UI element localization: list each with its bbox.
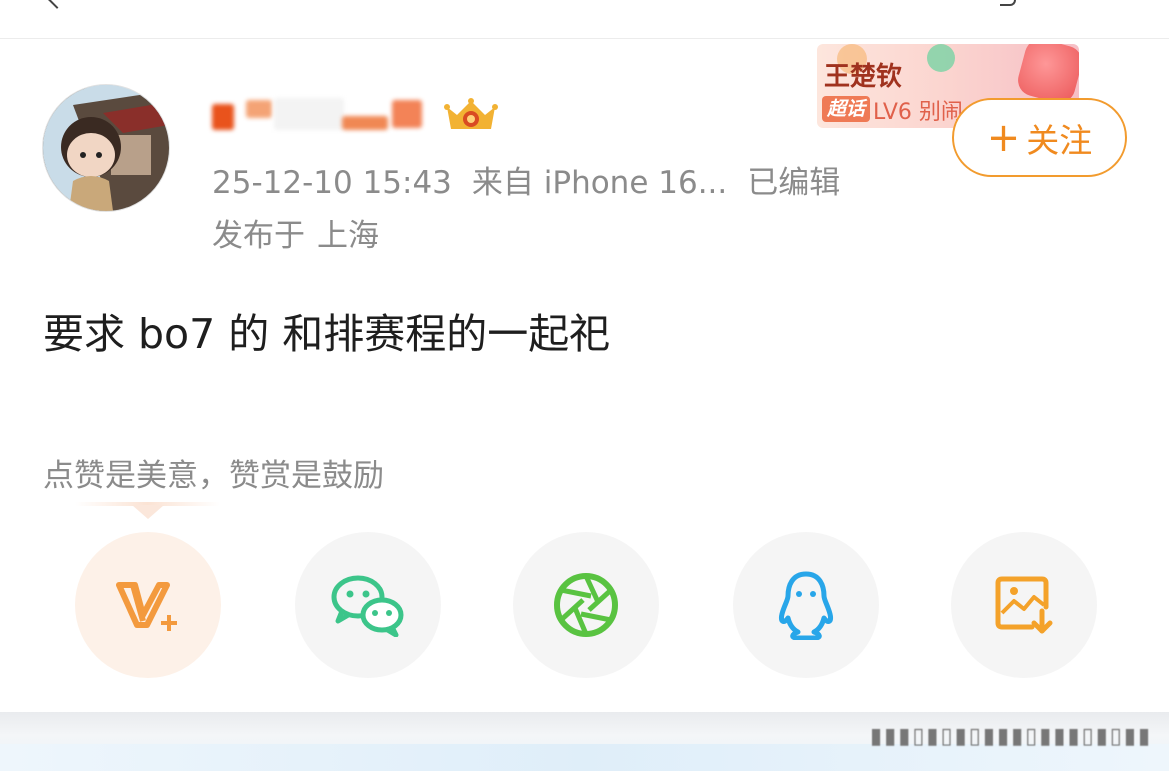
redaction-mark	[392, 100, 422, 128]
more-icon[interactable]	[1000, 0, 1016, 6]
follow-label: 关注	[1026, 120, 1093, 160]
back-icon[interactable]	[47, 0, 67, 9]
supertopic-level: LV6 别闹	[873, 100, 963, 125]
moments-aperture-icon	[554, 573, 618, 637]
location-value: 上海	[317, 218, 379, 254]
tip-pointer-icon	[132, 505, 164, 519]
redaction-mark	[212, 104, 234, 130]
top-nav-bar	[0, 0, 1169, 39]
share-moments-button[interactable]	[513, 532, 659, 678]
edited-label[interactable]: 已编辑	[747, 165, 840, 201]
post-source[interactable]: 来自 iPhone 16...	[472, 165, 727, 201]
post-body-text: 要求 bo7 的 和排赛程的一起祀	[43, 310, 611, 358]
follow-button[interactable]: + 关注	[952, 98, 1127, 177]
redaction-mark	[274, 98, 344, 130]
qq-penguin-icon	[779, 571, 833, 640]
bottom-blurred-text: ▮▮▮▯▮▯▮▯▮▮▮▯▮▮▮▯▮▯▮▮	[870, 724, 1153, 749]
decoration	[927, 44, 955, 72]
reward-tip-text: 点赞是美意，赞赏是鼓励	[43, 458, 384, 494]
wechat-icon	[331, 575, 404, 637]
share-qq-button[interactable]	[733, 532, 879, 678]
post-meta: 25-12-10 15:43 来自 iPhone 16... 已编辑	[212, 163, 860, 203]
save-image-button[interactable]	[951, 532, 1097, 678]
redaction-mark	[246, 100, 272, 118]
post-timestamp: 25-12-10 15:43	[212, 165, 452, 201]
plus-icon: +	[986, 114, 1021, 161]
supertopic-badge: 超话	[822, 96, 871, 122]
share-row	[0, 532, 1169, 682]
post-location: 发布于 上海	[212, 216, 391, 256]
v-plus-icon	[116, 582, 177, 631]
crown-badge-icon[interactable]	[443, 97, 499, 133]
location-prefix: 发布于	[212, 218, 305, 254]
vip-reward-button[interactable]	[75, 532, 221, 678]
supertopic-name: 王楚钦	[824, 62, 903, 92]
redaction-mark	[342, 116, 388, 130]
share-wechat-button[interactable]	[295, 532, 441, 678]
save-image-icon	[995, 576, 1053, 634]
username-redacted[interactable]	[212, 98, 432, 134]
avatar-image	[43, 85, 169, 211]
avatar[interactable]	[42, 84, 170, 212]
